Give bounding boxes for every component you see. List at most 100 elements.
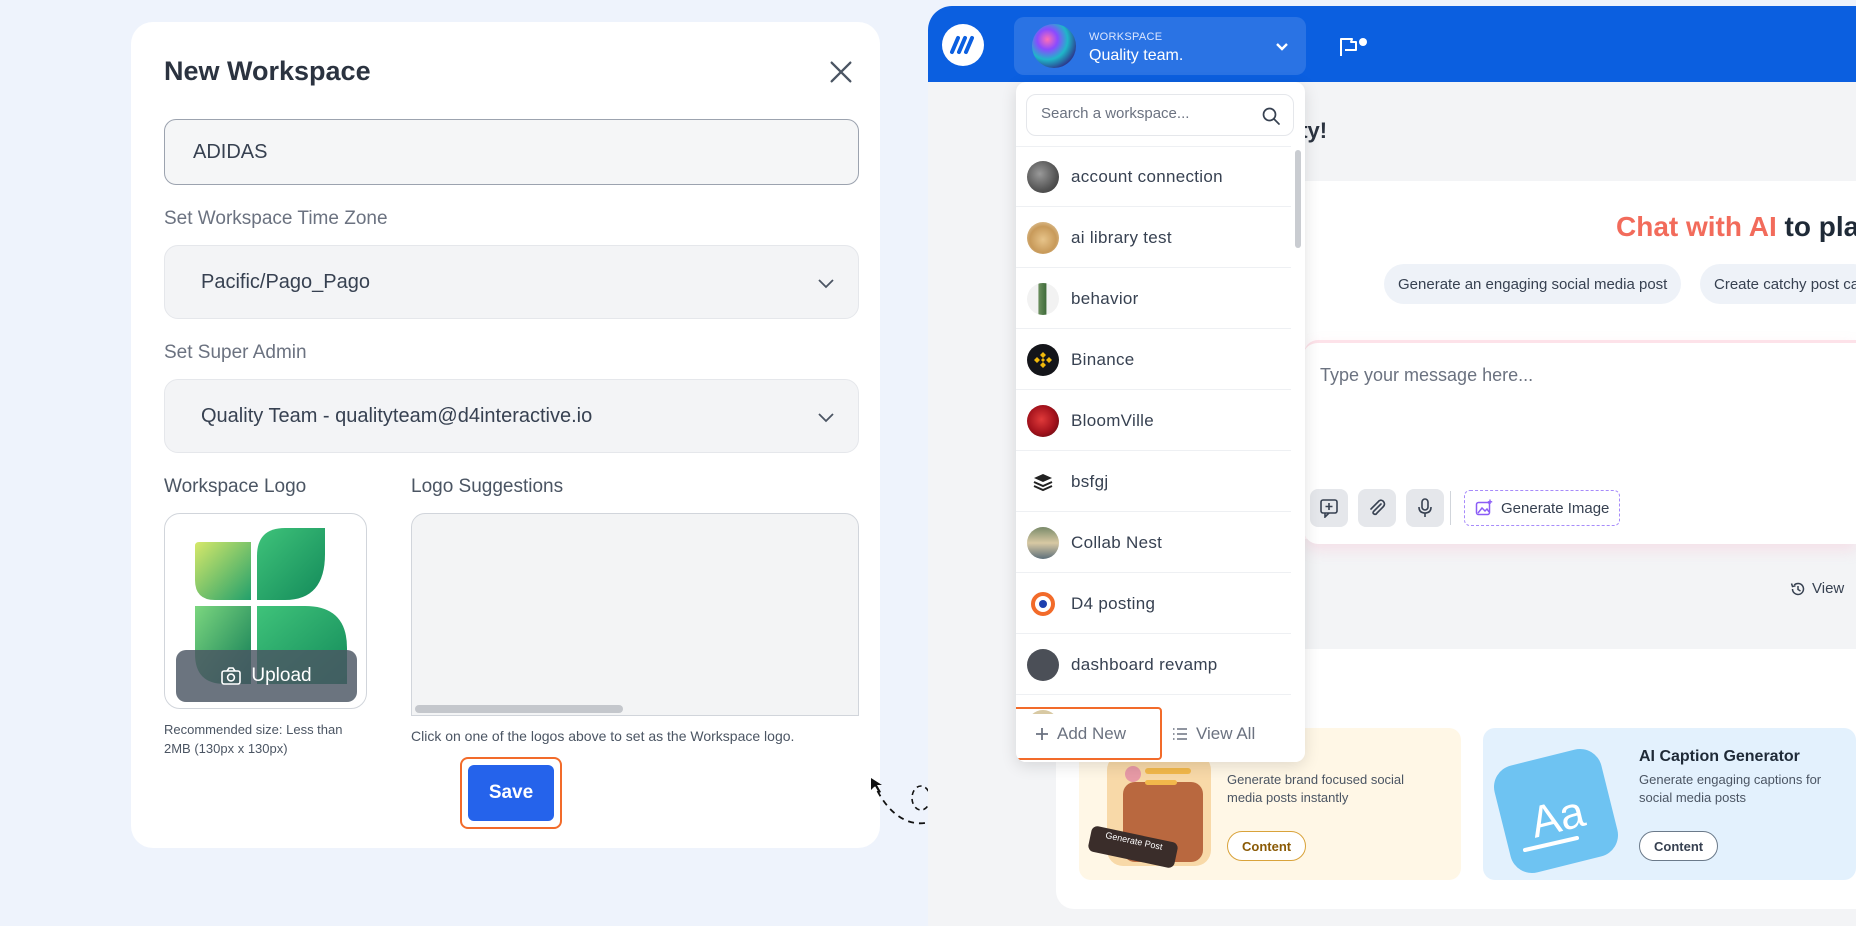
workspace-item[interactable]: dashboard revamp <box>1016 635 1291 695</box>
tool-description: Generate brand focused social media post… <box>1227 772 1405 805</box>
workspace-search-input[interactable] <box>1041 105 1241 122</box>
suggestion-chip[interactable]: Generate an engaging social media post <box>1384 264 1682 304</box>
brand-logo-icon <box>950 36 974 54</box>
workspace-item-label: BloomVille <box>1071 411 1155 430</box>
workspace-item-label: ai library test <box>1071 228 1172 247</box>
ai-caption-generator-card[interactable]: Aa AI Caption Generator Generate engagin… <box>1483 728 1856 880</box>
app-logo[interactable] <box>942 24 984 66</box>
view-history-link[interactable]: View <box>1790 580 1844 597</box>
workspace-item[interactable]: bsfgj <box>1016 452 1291 512</box>
voice-button[interactable] <box>1406 489 1444 527</box>
microphone-icon <box>1418 498 1432 517</box>
upload-button[interactable]: Upload <box>176 650 357 702</box>
logo-suggestions-area[interactable] <box>411 513 859 716</box>
super-admin-label: Set Super Admin <box>164 342 307 363</box>
workspace-item[interactable]: Collab Nest <box>1016 513 1291 573</box>
chat-title-accent: Chat with AI <box>1616 211 1777 242</box>
workspace-dropdown: account connection ai library test behav… <box>1016 82 1305 762</box>
save-button-highlight: Save <box>460 757 562 829</box>
chevron-down-icon <box>1276 43 1288 51</box>
add-new-label: Add New <box>1057 723 1126 743</box>
workspace-search[interactable] <box>1026 94 1294 136</box>
workspace-switcher[interactable]: WORKSPACE Quality team. <box>1014 17 1306 75</box>
save-button[interactable]: Save <box>468 765 554 821</box>
workspace-item[interactable]: D4 posting <box>1016 574 1291 634</box>
top-bar: WORKSPACE Quality team. <box>928 6 1856 82</box>
chat-plus-icon <box>1320 499 1338 518</box>
tool-title: AI Caption Generator <box>1639 748 1800 765</box>
modal-title: New Workspace <box>164 56 371 86</box>
upload-label: Upload <box>251 665 312 686</box>
chevron-down-icon <box>818 279 834 289</box>
history-icon <box>1790 582 1805 595</box>
chat-title-rest: to pla <box>1784 211 1856 242</box>
workspace-item[interactable]: BloomVille <box>1016 391 1291 451</box>
binance-logo-icon <box>1034 352 1052 368</box>
workspace-name-input[interactable] <box>164 119 859 185</box>
workspace-item[interactable]: account connection <box>1016 147 1291 207</box>
timezone-select[interactable]: Pacific/Pago_Pago <box>164 245 859 319</box>
workspace-item-label: Collab Nest <box>1071 533 1163 552</box>
avatar <box>1027 466 1059 498</box>
d4-logo-icon <box>1031 592 1055 616</box>
workspace-item-label: bsfgj <box>1071 472 1109 491</box>
tool-tag[interactable]: Content <box>1227 831 1307 861</box>
image-sparkle-icon <box>1475 499 1493 516</box>
toolbar-divider <box>1450 491 1451 525</box>
chevron-down-icon <box>818 413 834 423</box>
tool-tag[interactable]: Content <box>1639 831 1719 861</box>
add-prompt-button[interactable] <box>1310 489 1348 527</box>
avatar <box>1027 527 1059 559</box>
message-placeholder: Type your message here... <box>1320 365 1534 385</box>
avatar <box>1027 161 1059 193</box>
workspace-item-label: D4 posting <box>1071 594 1156 613</box>
view-all-label: View All <box>1196 724 1256 743</box>
workspace-item-label: Binance <box>1071 350 1135 369</box>
view-history-label: View <box>1812 580 1845 597</box>
dropdown-footer: Add New View All <box>1016 707 1305 762</box>
workspace-avatar <box>1032 24 1076 68</box>
workspace-item-label: account connection <box>1071 167 1223 186</box>
paperclip-icon <box>1370 499 1386 516</box>
workspace-item[interactable]: behavior <box>1016 269 1291 329</box>
workspace-name: Quality team. <box>1089 47 1184 64</box>
logo-size-hint: Recommended size: Less than 2MB (130px x… <box>164 722 343 756</box>
avatar <box>1027 405 1059 437</box>
caption-illustration: Aa <box>1493 748 1619 874</box>
avatar <box>1027 588 1059 620</box>
generate-image-label: Generate Image <box>1501 499 1610 517</box>
workspace-item[interactable]: ai library test <box>1016 208 1291 268</box>
avatar <box>1027 344 1059 376</box>
super-admin-value: Quality Team - qualityteam@d4interactive… <box>201 404 593 427</box>
super-admin-select[interactable]: Quality Team - qualityteam@d4interactive… <box>164 379 859 453</box>
attach-button[interactable] <box>1358 489 1396 527</box>
workspace-kicker: WORKSPACE <box>1089 31 1163 43</box>
view-all-workspaces-button[interactable]: View All <box>1172 724 1255 744</box>
workspace-list[interactable]: account connection ai library test behav… <box>1016 146 1291 714</box>
avatar <box>1027 283 1059 315</box>
timezone-value: Pacific/Pago_Pago <box>201 270 371 293</box>
plus-icon <box>1036 727 1048 740</box>
message-composer[interactable]: Type your message here... Generate Image <box>1304 340 1856 544</box>
timezone-label: Set Workspace Time Zone <box>164 208 388 229</box>
generate-image-button[interactable]: Generate Image <box>1464 490 1621 526</box>
search-icon[interactable] <box>1261 106 1281 126</box>
avatar <box>1027 222 1059 254</box>
flag-icon[interactable] <box>1338 36 1370 58</box>
camera-icon <box>221 667 242 685</box>
suggestion-chip[interactable]: Create catchy post ca <box>1700 264 1856 304</box>
add-new-workspace-button[interactable]: Add New <box>1016 707 1162 760</box>
list-icon <box>1173 728 1187 740</box>
workspace-logo-preview[interactable]: Upload <box>164 513 367 709</box>
workspace-item-label: dashboard revamp <box>1071 655 1218 674</box>
horizontal-scrollbar[interactable] <box>415 705 623 713</box>
logo-suggestions-label: Logo Suggestions <box>411 476 564 497</box>
layers-icon <box>1033 474 1053 492</box>
tool-description: Generate engaging captions for social me… <box>1639 772 1822 805</box>
avatar <box>1027 649 1059 681</box>
workspace-item[interactable]: Binance <box>1016 330 1291 390</box>
new-workspace-modal: New Workspace Set Workspace Time Zone Pa… <box>131 22 880 848</box>
chat-title: Chat with AI to pla <box>1616 211 1856 243</box>
dropdown-scrollbar[interactable] <box>1295 150 1301 248</box>
close-icon[interactable] <box>827 58 855 86</box>
